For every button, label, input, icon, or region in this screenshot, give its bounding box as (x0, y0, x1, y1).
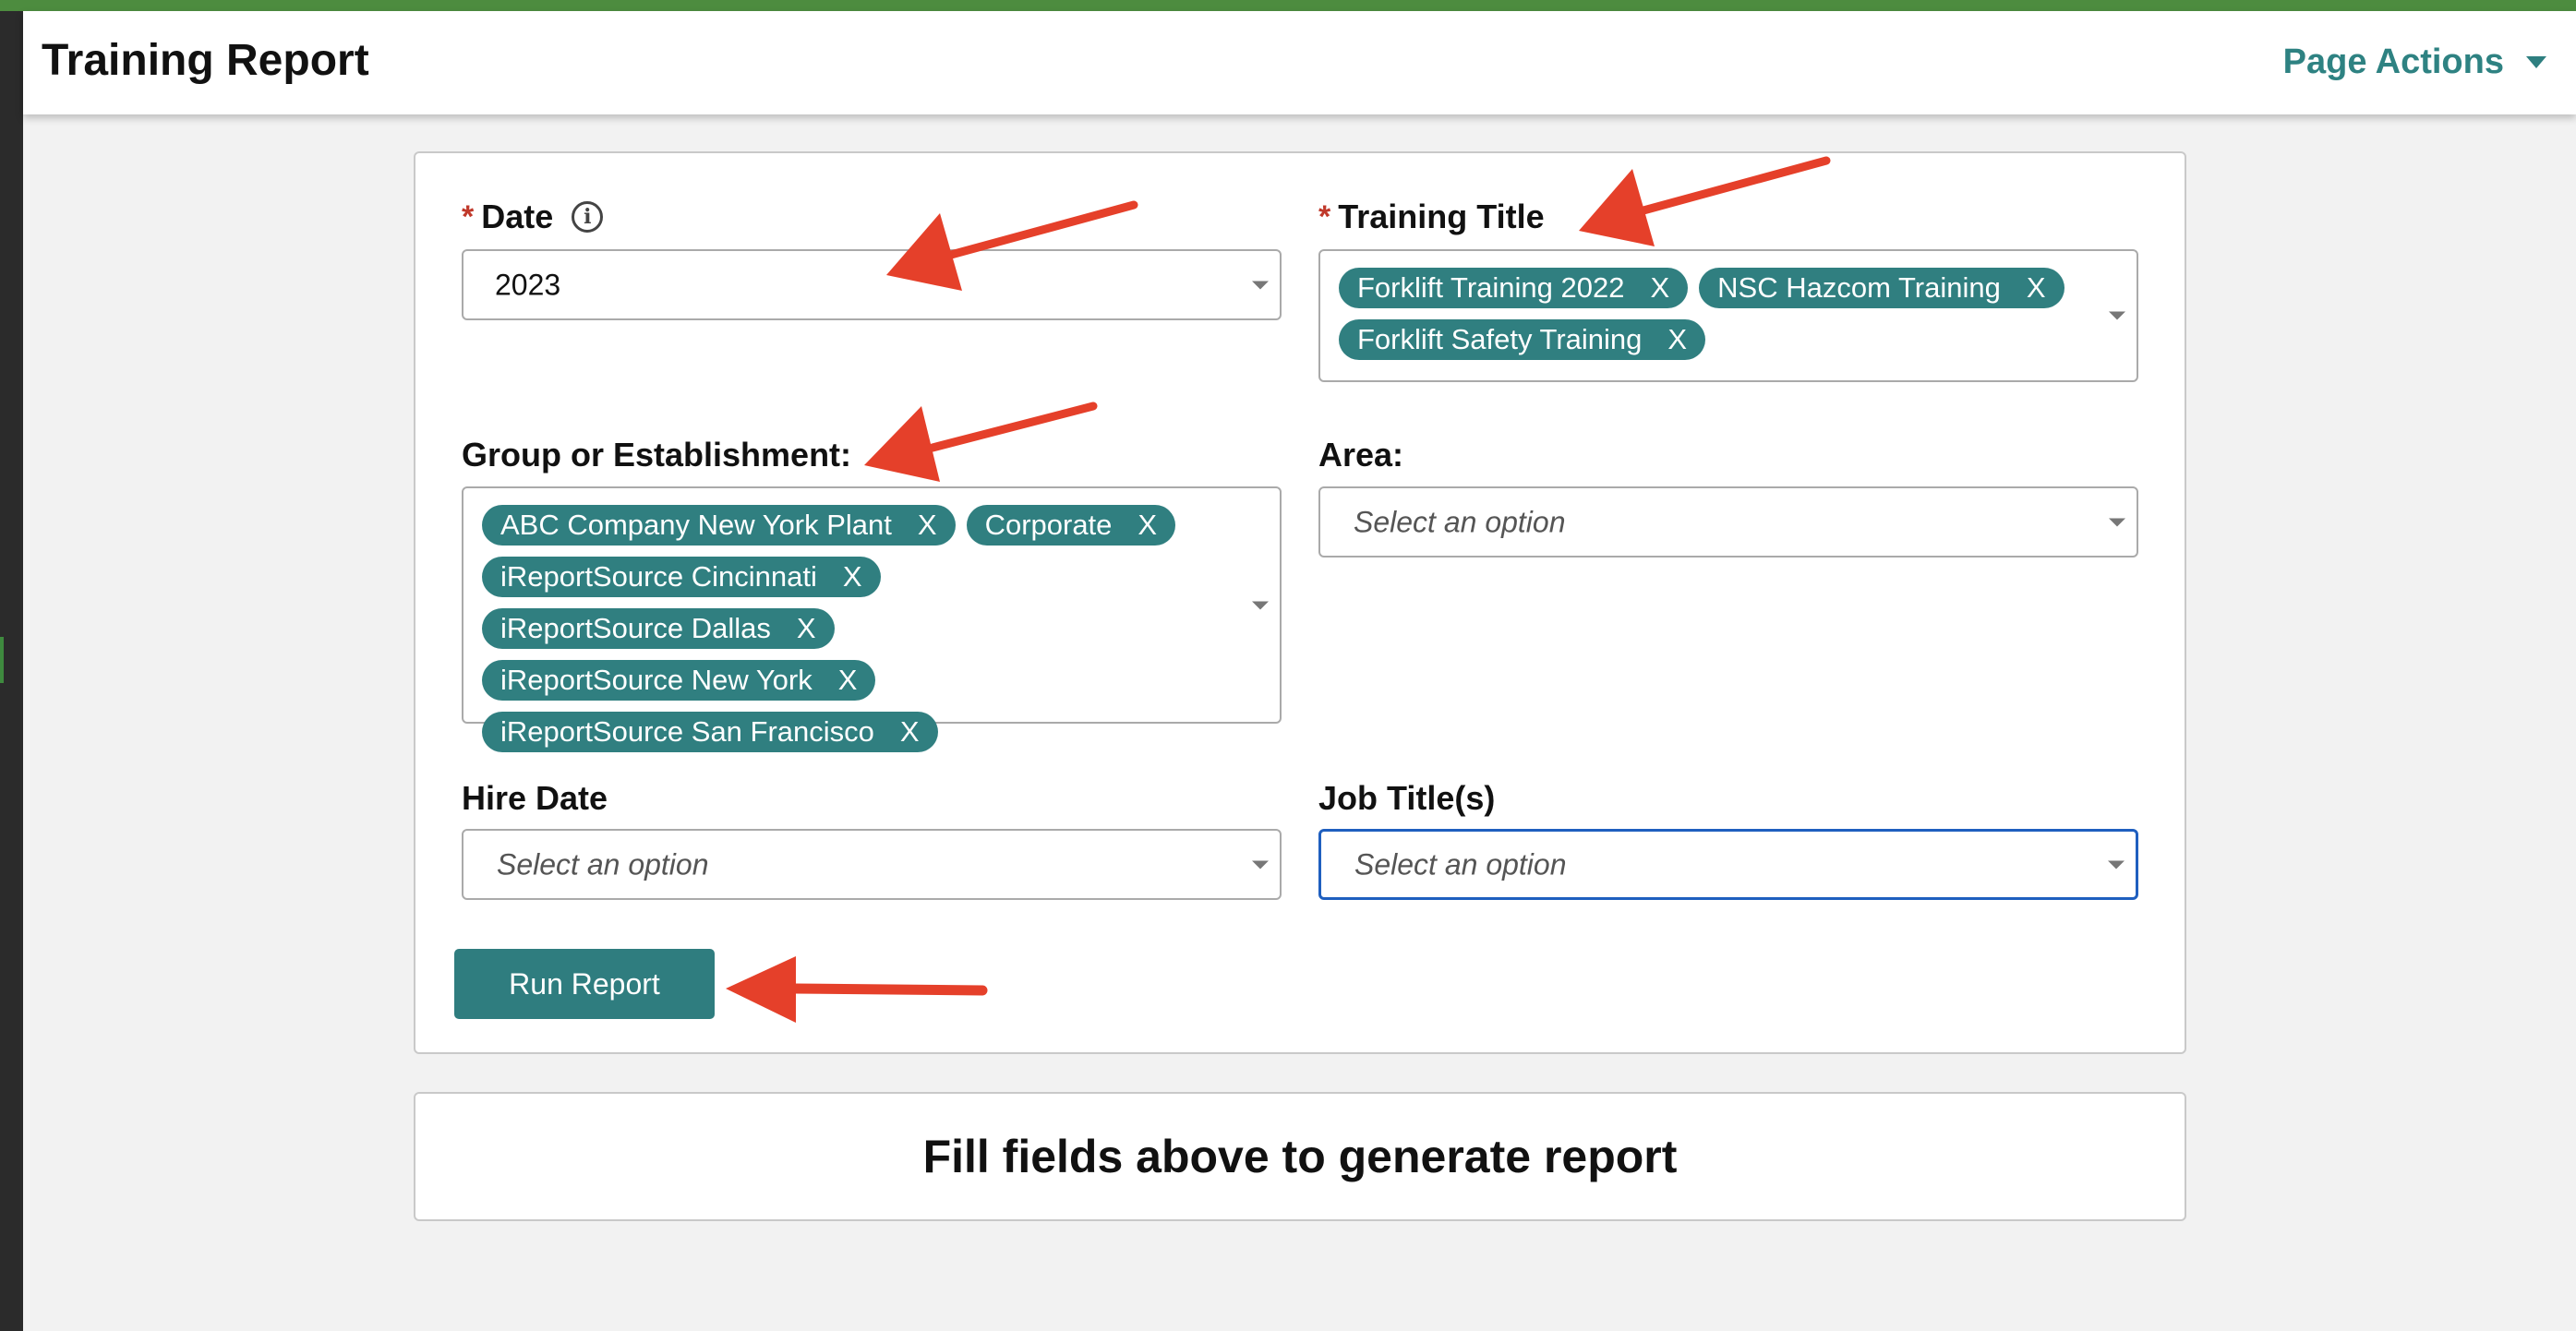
info-circle-icon[interactable]: i (572, 201, 604, 233)
report-result-panel: Fill fields above to generate report (414, 1092, 2186, 1221)
tag-label: ABC Company New York Plant (500, 509, 892, 541)
run-report-button[interactable]: Run Report (454, 949, 715, 1019)
tag-remove-icon[interactable]: X (843, 560, 862, 594)
selected-tag: ABC Company New York Plant X (482, 505, 956, 546)
hire-date-label: Hire Date (462, 779, 608, 818)
hire-date-select[interactable]: Select an option (462, 829, 1282, 900)
group-select[interactable]: ABC Company New York Plant X Corporate X i… (462, 486, 1282, 752)
job-titles-select-placeholder: Select an option (1354, 847, 1567, 881)
selected-tag: iReportSource San Francisco X (482, 712, 938, 752)
tag-label: iReportSource Dallas (500, 612, 771, 644)
selected-tag: Corporate X (966, 505, 1176, 546)
job-titles-label: Job Title(s) (1318, 779, 1495, 818)
left-edge-strip (0, 0, 23, 1331)
tag-remove-icon[interactable]: X (838, 664, 858, 697)
top-accent-bar (0, 0, 2576, 11)
tag-label: Forklift Safety Training (1357, 323, 1643, 355)
report-placeholder-message: Fill fields above to generate report (922, 1131, 1678, 1182)
tag-remove-icon[interactable]: X (900, 715, 920, 749)
tag-remove-icon[interactable]: X (2027, 271, 2046, 305)
page-header: Training Report Page Actions (23, 11, 2576, 114)
group-tags: ABC Company New York Plant X Corporate X i… (482, 505, 1239, 752)
date-select[interactable]: 2023 (462, 249, 1282, 320)
area-label-text: Area: (1318, 436, 1404, 474)
chevron-down-icon (2109, 311, 2125, 320)
hire-date-label-text: Hire Date (462, 779, 608, 817)
group-label-text: Group or Establishment: (462, 436, 852, 474)
date-label-text: Date (481, 198, 554, 235)
chevron-down-icon (2109, 518, 2125, 526)
selected-tag: Forklift Training 2022 X (1339, 268, 1689, 308)
hire-date-select-placeholder: Select an option (497, 847, 709, 881)
left-edge-marker (0, 637, 4, 683)
training-title-select[interactable]: Forklift Training 2022 X NSC Hazcom Train… (1318, 249, 2138, 382)
training-title-label-text: Training Title (1338, 198, 1545, 235)
training-title-tags: Forklift Training 2022 X NSC Hazcom Train… (1339, 268, 2081, 360)
tag-remove-icon[interactable]: X (1138, 509, 1157, 542)
training-title-label: * Training Title (1318, 198, 1545, 236)
selected-tag: iReportSource Dallas X (482, 608, 835, 649)
job-titles-select[interactable]: Select an option (1318, 829, 2138, 900)
page-actions-menu[interactable]: Page Actions (2283, 42, 2546, 82)
tag-remove-icon[interactable]: X (1667, 323, 1687, 356)
selected-tag: Forklift Safety Training X (1339, 319, 1706, 360)
chevron-down-icon (1252, 281, 1269, 289)
area-select-placeholder: Select an option (1354, 505, 1566, 538)
selected-tag: iReportSource Cincinnati X (482, 557, 881, 597)
tag-label: Forklift Training 2022 (1357, 271, 1625, 304)
page-actions-label: Page Actions (2282, 42, 2504, 81)
tag-label: NSC Hazcom Training (1717, 271, 2001, 304)
job-titles-label-text: Job Title(s) (1318, 779, 1496, 817)
selected-tag: iReportSource New York X (482, 660, 876, 701)
required-marker: * (1318, 198, 1331, 234)
tag-remove-icon[interactable]: X (1650, 271, 1669, 305)
area-label: Area: (1318, 436, 1403, 474)
group-label: Group or Establishment: (462, 436, 851, 474)
date-select-value: 2023 (495, 268, 561, 301)
area-select[interactable]: Select an option (1318, 486, 2138, 558)
tag-label: iReportSource New York (500, 664, 813, 696)
chevron-down-icon (1252, 860, 1269, 869)
tag-label: iReportSource Cincinnati (500, 560, 817, 593)
tag-label: Corporate (984, 509, 1113, 541)
tag-label: iReportSource San Francisco (500, 715, 874, 748)
chevron-down-icon (1252, 601, 1269, 609)
tag-remove-icon[interactable]: X (797, 612, 816, 645)
selected-tag: NSC Hazcom Training X (1699, 268, 2064, 308)
chevron-down-icon (2526, 56, 2546, 68)
chevron-down-icon (2108, 860, 2125, 869)
date-label: * Date i (462, 198, 604, 236)
page-title: Training Report (42, 36, 369, 85)
tag-remove-icon[interactable]: X (918, 509, 937, 542)
required-marker: * (462, 198, 475, 234)
